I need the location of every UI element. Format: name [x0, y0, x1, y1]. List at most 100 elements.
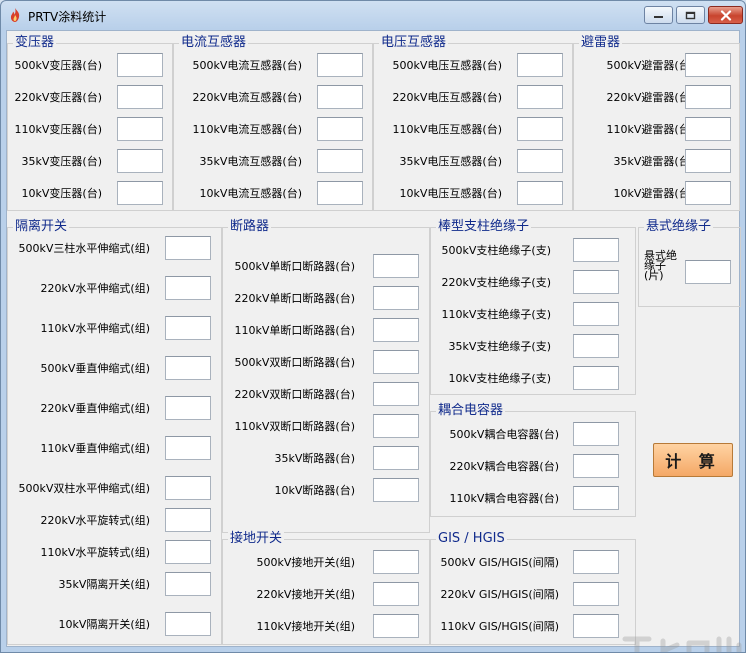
disconnector-35kv-input[interactable]	[165, 572, 211, 596]
breaker-10kv-input[interactable]	[373, 478, 419, 502]
earthing-500kv-input[interactable]	[373, 550, 419, 574]
field-label: 35kV避雷器(台)	[613, 155, 694, 168]
disconnector-110kv-vertical-input[interactable]	[165, 436, 211, 460]
field-label: 500kV单断口断路器(台)	[234, 260, 355, 273]
ct-10kv-input[interactable]	[317, 181, 363, 205]
field-label: 220kV单断口断路器(台)	[234, 292, 355, 305]
transformer-110kv-input[interactable]	[117, 117, 163, 141]
suspension-insulator-label: 悬式绝 缘子 (片)	[644, 250, 677, 282]
pt-10kv-input[interactable]	[517, 181, 563, 205]
field-label: 110kV支柱绝缘子(支)	[441, 308, 551, 321]
arrester-110kv-input[interactable]	[685, 117, 731, 141]
group-title-current-transformer: 电流互感器	[179, 34, 249, 52]
group-title-suspension-insulator: 悬式绝缘子	[644, 218, 714, 236]
group-title-earthing-switch: 接地开关	[228, 530, 285, 548]
field-label: 500kV电压互感器(台)	[392, 59, 502, 72]
ct-35kv-input[interactable]	[317, 149, 363, 173]
breaker-220kv-double-input[interactable]	[373, 382, 419, 406]
field-label: 10kV隔离开关(组)	[58, 618, 150, 631]
ct-110kv-input[interactable]	[317, 117, 363, 141]
field-label: 110kV水平伸缩式(组)	[40, 322, 150, 335]
post-insulator-10kv-input[interactable]	[573, 366, 619, 390]
field-label: 10kV支柱绝缘子(支)	[448, 372, 551, 385]
field-label: 500kV双柱水平伸缩式(组)	[18, 482, 150, 495]
field-label: 220kV接地开关(组)	[256, 588, 355, 601]
group-title-disconnector: 隔离开关	[13, 218, 70, 236]
earthing-110kv-input[interactable]	[373, 614, 419, 638]
transformer-500kv-input[interactable]	[117, 53, 163, 77]
field-label: 110kV双断口断路器(台)	[234, 420, 355, 433]
field-label: 220kV GIS/HGIS(间隔)	[440, 588, 559, 601]
suspension-insulator-input[interactable]	[685, 260, 731, 284]
field-label: 500kV支柱绝缘子(支)	[441, 244, 551, 257]
calculate-button[interactable]: 计 算	[653, 443, 733, 477]
pt-110kv-input[interactable]	[517, 117, 563, 141]
group-title-post-insulator: 棒型支柱绝缘子	[436, 218, 532, 236]
coupling-cap-110kv-input[interactable]	[573, 486, 619, 510]
field-label: 110kV GIS/HGIS(间隔)	[440, 620, 559, 633]
pt-220kv-input[interactable]	[517, 85, 563, 109]
field-label: 110kV水平旋转式(组)	[40, 546, 150, 559]
ct-500kv-input[interactable]	[317, 53, 363, 77]
coupling-cap-500kv-input[interactable]	[573, 422, 619, 446]
arrester-220kv-input[interactable]	[685, 85, 731, 109]
disconnector-220kv-rotary-input[interactable]	[165, 508, 211, 532]
breaker-500kv-double-input[interactable]	[373, 350, 419, 374]
disconnector-220kv-vertical-input[interactable]	[165, 396, 211, 420]
field-label: 220kV电流互感器(台)	[192, 91, 302, 104]
disconnector-10kv-input[interactable]	[165, 612, 211, 636]
field-label: 35kV断路器(台)	[274, 452, 355, 465]
breaker-220kv-single-input[interactable]	[373, 286, 419, 310]
label-line: (片)	[644, 269, 664, 282]
arrester-500kv-input[interactable]	[685, 53, 731, 77]
breaker-500kv-single-input[interactable]	[373, 254, 419, 278]
pt-500kv-input[interactable]	[517, 53, 563, 77]
minimize-button[interactable]	[644, 6, 673, 24]
field-label: 220kV双断口断路器(台)	[234, 388, 355, 401]
transformer-35kv-input[interactable]	[117, 149, 163, 173]
earthing-220kv-input[interactable]	[373, 582, 419, 606]
breaker-35kv-input[interactable]	[373, 446, 419, 470]
field-label: 500kV双断口断路器(台)	[234, 356, 355, 369]
coupling-cap-220kv-input[interactable]	[573, 454, 619, 478]
post-insulator-35kv-input[interactable]	[573, 334, 619, 358]
disconnector-500kv-3col-input[interactable]	[165, 236, 211, 260]
field-label: 500kV电流互感器(台)	[192, 59, 302, 72]
post-insulator-220kv-input[interactable]	[573, 270, 619, 294]
field-label: 10kV电压互感器(台)	[399, 187, 502, 200]
pt-35kv-input[interactable]	[517, 149, 563, 173]
arrester-35kv-input[interactable]	[685, 149, 731, 173]
watermark-logo	[622, 636, 742, 652]
gis-220kv-input[interactable]	[573, 582, 619, 606]
disconnector-500kv-vertical-input[interactable]	[165, 356, 211, 380]
close-button[interactable]	[708, 6, 743, 24]
field-label: 10kV电流互感器(台)	[199, 187, 302, 200]
disconnector-110kv-rotary-input[interactable]	[165, 540, 211, 564]
field-label: 220kV水平旋转式(组)	[40, 514, 150, 527]
field-label: 220kV电压互感器(台)	[392, 91, 502, 104]
title-bar[interactable]: PRTV涂料统计	[1, 1, 745, 31]
field-label: 110kV变压器(台)	[14, 123, 102, 136]
field-label: 35kV支柱绝缘子(支)	[448, 340, 551, 353]
disconnector-500kv-2col-input[interactable]	[165, 476, 211, 500]
arrester-10kv-input[interactable]	[685, 181, 731, 205]
post-insulator-500kv-input[interactable]	[573, 238, 619, 262]
disconnector-110kv-horizontal-input[interactable]	[165, 316, 211, 340]
field-label: 220kV支柱绝缘子(支)	[441, 276, 551, 289]
field-label: 110kV电压互感器(台)	[392, 123, 502, 136]
post-insulator-110kv-input[interactable]	[573, 302, 619, 326]
maximize-button[interactable]	[676, 6, 705, 24]
gis-110kv-input[interactable]	[573, 614, 619, 638]
transformer-10kv-input[interactable]	[117, 181, 163, 205]
breaker-110kv-single-input[interactable]	[373, 318, 419, 342]
field-label: 500kV垂直伸缩式(组)	[40, 362, 150, 375]
group-title-voltage-transformer: 电压互感器	[379, 34, 449, 52]
gis-500kv-input[interactable]	[573, 550, 619, 574]
disconnector-220kv-horizontal-input[interactable]	[165, 276, 211, 300]
breaker-110kv-double-input[interactable]	[373, 414, 419, 438]
app-window: PRTV涂料统计 变压器 电流互感器 电压互感器 避雷器 隔离开关 断路器 接地…	[0, 0, 746, 653]
ct-220kv-input[interactable]	[317, 85, 363, 109]
transformer-220kv-input[interactable]	[117, 85, 163, 109]
field-label: 10kV断路器(台)	[274, 484, 355, 497]
field-label: 110kV避雷器(台)	[606, 123, 694, 136]
